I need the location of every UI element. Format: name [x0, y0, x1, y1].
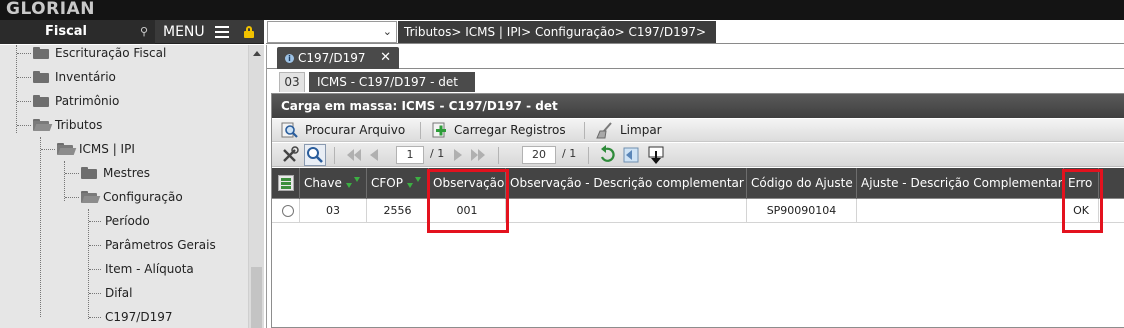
lock-icon[interactable] — [244, 26, 254, 38]
folder-icon — [33, 47, 49, 59]
refresh-icon[interactable] — [598, 145, 618, 165]
cell-ajuste-descricao — [857, 199, 1064, 223]
tree-line — [16, 45, 17, 133]
columns-icon — [278, 175, 294, 191]
filter-icon[interactable] — [345, 177, 360, 189]
sidebar-item-periodo[interactable]: Período — [105, 209, 150, 233]
scroll-thumb[interactable] — [251, 267, 262, 328]
subtab-bar: 03 ICMS - C197/D197 - det — [267, 70, 1124, 92]
tree-line — [88, 209, 89, 319]
load-records-label: Carregar Registros — [454, 123, 566, 137]
page-count: / 1 — [430, 147, 445, 160]
last-page-icon[interactable] — [470, 148, 486, 162]
browse-file-label: Procurar Arquivo — [305, 123, 406, 137]
breadcrumb: Tributos> ICMS | IPI> Configuração> C197… — [398, 21, 716, 43]
pin-icon[interactable]: ⚲ — [138, 25, 150, 39]
rows-per-page-input[interactable]: 20 — [522, 146, 556, 164]
column-header-codigo-ajuste[interactable]: Código do Ajuste — [747, 168, 857, 199]
sidebar-item-escrituracao[interactable]: Escrituração Fiscal — [55, 45, 166, 65]
row-radio[interactable] — [282, 205, 294, 217]
folder-open-icon — [81, 191, 101, 203]
undo-icon[interactable] — [622, 145, 642, 165]
add-document-icon — [432, 122, 446, 138]
column-header-ajuste-descricao[interactable]: Ajuste - Descrição Complementar — [857, 168, 1064, 199]
clear-label: Limpar — [620, 123, 662, 137]
load-records-button[interactable]: Carregar Registros — [430, 121, 580, 140]
brand-logo: GLORIAN — [6, 0, 95, 19]
magnifier-icon — [281, 122, 298, 138]
panel-title: Carga em massa: ICMS - C197/D197 - det — [272, 94, 1124, 118]
column-header-observacao[interactable]: Observação — [429, 168, 506, 199]
cell-erro: OK — [1064, 199, 1099, 223]
prev-page-icon[interactable] — [368, 148, 380, 162]
grid-header: Chave CFOP Observação Observação - Descr… — [272, 168, 1124, 199]
cell-cfop: 2556 — [367, 199, 429, 223]
sidebar-item-item-aliquota[interactable]: Item - Alíquota — [105, 257, 194, 281]
cell-observacao: 001 — [429, 199, 506, 223]
sidebar-scrollbar[interactable] — [248, 45, 264, 328]
top-brand-bar: GLORIAN — [0, 0, 1124, 20]
module-title[interactable]: Fiscal — [0, 20, 155, 44]
cell-observacao-descricao — [506, 199, 747, 223]
action-toolbar: Procurar Arquivo Carregar Registros Limp… — [272, 119, 1124, 142]
left-header: Fiscal ⚲ MENU — [0, 20, 264, 44]
cell-chave: 03 — [300, 199, 367, 223]
sidebar-item-difal[interactable]: Difal — [105, 281, 133, 305]
tools-icon[interactable] — [280, 145, 300, 165]
export-icon[interactable] — [646, 145, 666, 165]
tab-c197-d197[interactable]: i C197/D197 ✕ — [277, 47, 399, 69]
sidebar-item-configuracao[interactable]: Configuração — [103, 185, 183, 209]
sidebar-tree: Escrituração Fiscal Inventário Patrimôni… — [0, 45, 264, 328]
menu-label[interactable]: MENU — [163, 20, 205, 44]
close-icon[interactable]: ✕ — [380, 47, 391, 69]
rows-count: / 1 — [562, 147, 577, 160]
search-icon[interactable] — [304, 144, 326, 166]
main-area: i C197/D197 ✕ 03 ICMS - C197/D197 - det C… — [266, 45, 1124, 328]
cell-codigo-ajuste: SP90090104 — [747, 199, 857, 223]
chevron-down-icon: ⌄ — [382, 25, 392, 38]
page-input[interactable]: 1 — [396, 146, 424, 164]
broom-icon — [596, 122, 612, 139]
info-icon: i — [285, 54, 294, 63]
tree-line — [40, 137, 41, 317]
sidebar-item-patrimonio[interactable]: Patrimônio — [55, 89, 119, 113]
tab-label: C197/D197 — [298, 51, 366, 65]
column-header-cfop[interactable]: CFOP — [367, 168, 429, 199]
folder-icon — [33, 95, 49, 107]
clear-button[interactable]: Limpar — [596, 121, 676, 140]
tree-line — [64, 161, 65, 201]
table-row[interactable]: 03 2556 001 SP90090104 OK — [272, 199, 1124, 223]
filter-icon[interactable] — [406, 177, 421, 189]
column-chooser[interactable] — [272, 168, 300, 199]
folder-icon — [81, 167, 97, 179]
sidebar-item-inventario[interactable]: Inventário — [55, 65, 116, 89]
folder-icon — [33, 71, 49, 83]
hamburger-icon[interactable] — [215, 26, 229, 38]
sidebar-item-icms-ipi[interactable]: ICMS | IPI — [79, 137, 135, 161]
browse-file-button[interactable]: Procurar Arquivo — [281, 121, 415, 140]
scroll-up-icon[interactable] — [253, 51, 261, 56]
subtab-number[interactable]: 03 — [279, 72, 305, 92]
column-header-chave[interactable]: Chave — [300, 168, 367, 199]
column-header-observacao-descricao[interactable]: Observação - Descrição complementar — [506, 168, 747, 199]
bulk-load-panel: Carga em massa: ICMS - C197/D197 - det P… — [271, 93, 1124, 328]
sidebar-item-parametros-gerais[interactable]: Parâmetros Gerais — [105, 233, 216, 257]
sidebar-item-mestres[interactable]: Mestres — [103, 161, 150, 185]
column-header-erro[interactable]: Erro — [1064, 168, 1099, 199]
folder-open-icon — [57, 143, 77, 155]
subtab-title[interactable]: ICMS - C197/D197 - det — [309, 72, 475, 92]
sidebar-item-c197-d197[interactable]: C197/D197 — [105, 305, 172, 328]
row-select-cell — [272, 199, 300, 223]
folder-open-icon — [33, 119, 53, 131]
route-select[interactable]: ⌄ — [267, 21, 397, 43]
next-page-icon[interactable] — [452, 148, 464, 162]
first-page-icon[interactable] — [346, 148, 362, 162]
pager-toolbar: 1 / 1 20 / 1 — [272, 143, 1124, 167]
main-tab-bar: i C197/D197 ✕ — [267, 45, 1124, 69]
sidebar-item-tributos[interactable]: Tributos — [55, 113, 102, 137]
right-header: ⌄ Tributos> ICMS | IPI> Configuração> C1… — [266, 20, 1124, 44]
